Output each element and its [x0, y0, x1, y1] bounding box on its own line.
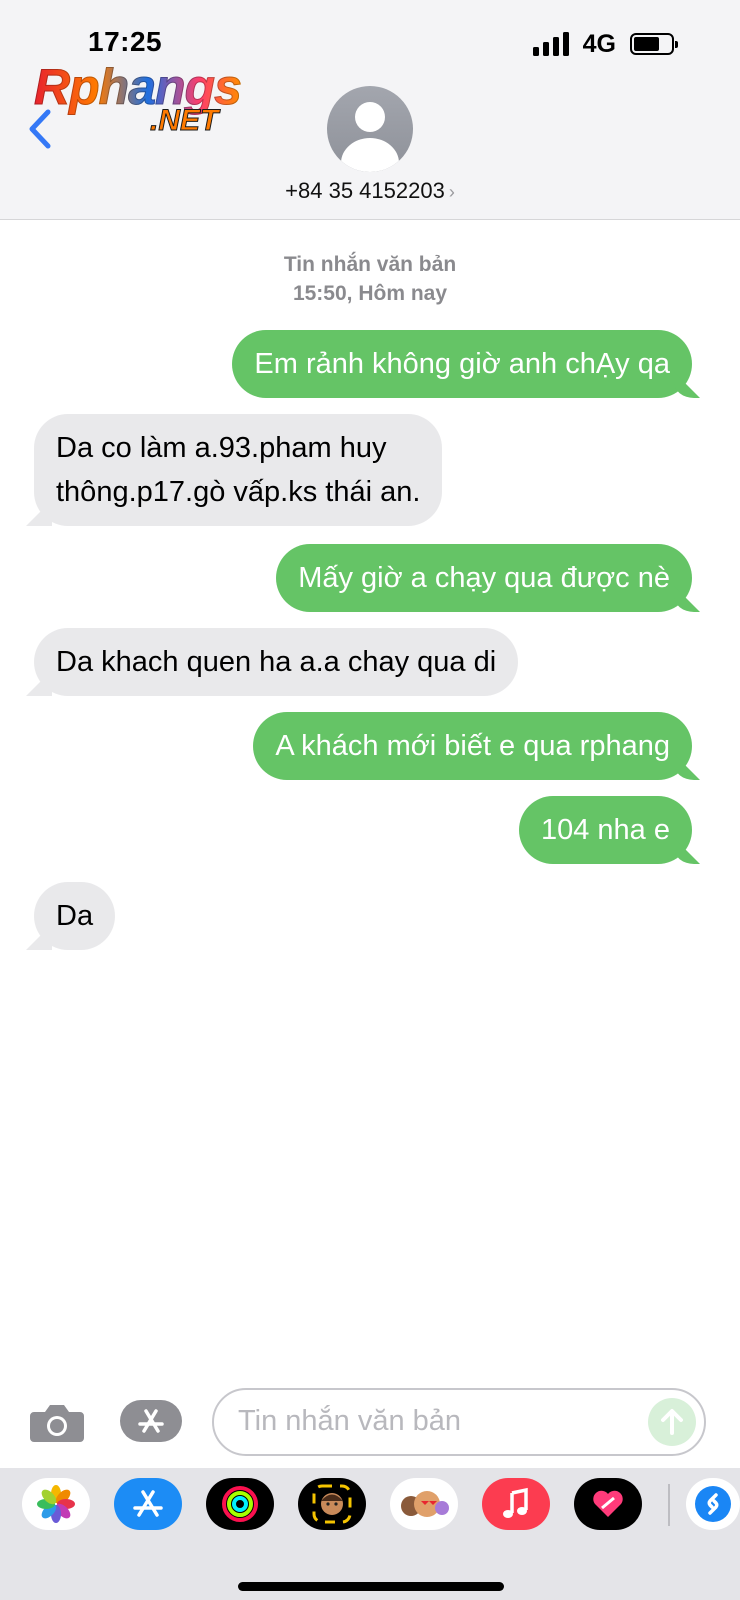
- message-input-placeholder: Tin nhắn văn bản: [238, 1405, 462, 1437]
- contact-number: +84 35 4152203: [285, 178, 445, 203]
- service-label: Tin nhắn văn bản: [283, 253, 457, 276]
- status-indicators: 4G: [532, 29, 678, 58]
- app-store-icon: [138, 1409, 164, 1433]
- message-text-line: Da co làm a.93.pham huy: [56, 432, 387, 464]
- contact-name-button[interactable]: +84 35 4152203 ›: [0, 178, 740, 204]
- message-bubble-incoming[interactable]: Da: [34, 882, 116, 950]
- status-time: 17:25: [88, 26, 163, 57]
- fitness-icon[interactable]: [206, 1478, 274, 1530]
- app-store-button[interactable]: [120, 1400, 182, 1442]
- message-text: Em rảnh không giờ anh chẠy qa: [254, 348, 670, 380]
- network-type: 4G: [582, 29, 616, 58]
- message-bubble-incoming[interactable]: Da co làm a.93.pham huy thông.p17.gò vấp…: [34, 414, 443, 526]
- conversation-meta: Tin nhắn văn bản 15:50, Hôm nay: [0, 250, 740, 308]
- message-text: A khách mới biết e qua rphang: [275, 730, 670, 762]
- arrow-up-icon: [661, 1409, 683, 1435]
- chevron-right-icon: ›: [448, 182, 455, 202]
- message-bubble-outgoing[interactable]: Em rảnh không giờ anh chẠy qa: [232, 330, 692, 398]
- music-icon[interactable]: [482, 1478, 550, 1530]
- app-store-icon[interactable]: [114, 1478, 182, 1530]
- back-chevron-icon[interactable]: [26, 108, 56, 150]
- camera-icon[interactable]: [30, 1400, 84, 1444]
- message-bubble-outgoing[interactable]: A khách mới biết e qua rphang: [253, 712, 692, 780]
- message-bubble-incoming[interactable]: Da khach quen ha a.a chay qua di: [34, 628, 519, 696]
- heart-app-icon[interactable]: [574, 1478, 642, 1530]
- message-text: 104 nha e: [540, 814, 670, 846]
- battery-icon: [630, 33, 678, 55]
- message-bubble-outgoing[interactable]: Mấy giờ a chạy qua được nè: [276, 544, 692, 612]
- app-drawer: [0, 1468, 740, 1600]
- drawer-divider: [668, 1484, 670, 1526]
- message-text-line: thông.p17.gò vấp.ks thái an.: [56, 476, 421, 508]
- home-indicator[interactable]: [238, 1582, 504, 1591]
- contact-avatar[interactable]: [327, 86, 413, 172]
- message-input[interactable]: Tin nhắn văn bản: [212, 1388, 706, 1456]
- conversation-timestamp: 15:50, Hôm nay: [292, 282, 448, 305]
- message-bubble-outgoing[interactable]: 104 nha e: [518, 796, 692, 864]
- cellular-signal-icon: [532, 32, 569, 56]
- message-text: Da: [56, 900, 94, 932]
- message-text: Mấy giờ a chạy qua được nè: [298, 562, 670, 594]
- photos-icon[interactable]: [22, 1478, 90, 1530]
- animoji-icon[interactable]: [390, 1478, 458, 1530]
- send-button[interactable]: [648, 1398, 696, 1446]
- rphangs-logo: Rphangs .NET: [34, 58, 274, 142]
- conversation-header: 17:25 4G Rphangs .NET +84 35 4152203 ›: [0, 0, 740, 220]
- shazam-icon[interactable]: [686, 1478, 740, 1530]
- memoji-icon[interactable]: [298, 1478, 366, 1530]
- message-text: Da khach quen ha a.a chay qua di: [56, 646, 497, 678]
- logo-net-text: .NET: [149, 104, 219, 138]
